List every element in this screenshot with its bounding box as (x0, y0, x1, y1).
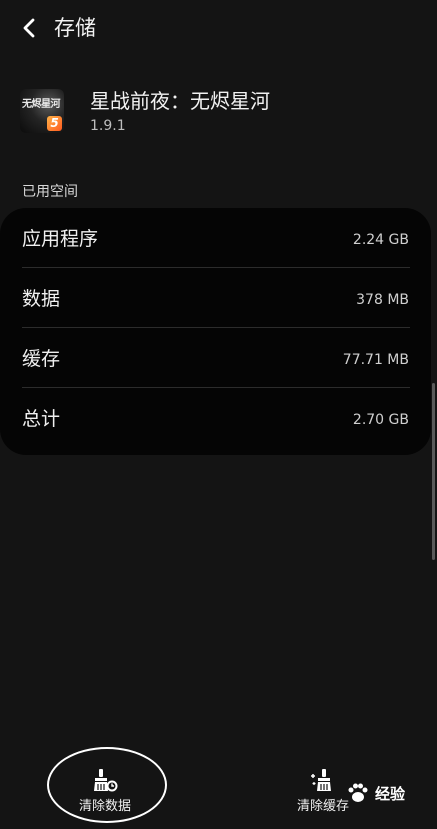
storage-row-label: 数据 (22, 288, 61, 310)
app-icon-text: 无烬星河 (22, 99, 61, 110)
watermark-text: 经验 (375, 784, 406, 803)
storage-row-cache: 缓存 77.71 MB (0, 330, 431, 390)
app-icon: 无烬星河 5 (20, 89, 64, 133)
storage-row-label: 缓存 (22, 348, 61, 370)
app-version: 1.9.1 (90, 118, 126, 134)
divider (22, 327, 410, 328)
chevron-left-icon (23, 18, 35, 38)
storage-row-total: 总计 2.70 GB (0, 390, 431, 450)
storage-row-label: 总计 (22, 408, 61, 430)
paw-logo-icon (348, 783, 368, 802)
scrollbar[interactable] (432, 383, 435, 560)
app-icon-badge: 5 (47, 116, 62, 131)
divider (22, 387, 410, 388)
divider (22, 267, 410, 268)
highlight-circle (47, 747, 167, 823)
app-name: 星战前夜：无烬星河 (90, 89, 270, 113)
storage-row-app: 应用程序 2.24 GB (0, 210, 431, 270)
storage-card: 应用程序 2.24 GB 数据 378 MB 缓存 77.71 MB 总计 2.… (0, 208, 431, 455)
storage-row-value: 2.70 GB (352, 412, 409, 428)
back-button[interactable] (14, 14, 44, 42)
used-space-label: 已用空间 (22, 184, 78, 200)
storage-row-value: 2.24 GB (352, 232, 409, 248)
page-title: 存储 (54, 16, 96, 40)
brush-sparkle-icon (311, 769, 331, 791)
top-app-bar: 存储 (0, 0, 437, 56)
watermark: 经验 (345, 778, 435, 808)
storage-row-value: 378 MB (356, 292, 409, 308)
storage-row-label: 应用程序 (22, 228, 99, 250)
storage-row-value: 77.71 MB (342, 352, 409, 368)
storage-row-data: 数据 378 MB (0, 270, 431, 330)
